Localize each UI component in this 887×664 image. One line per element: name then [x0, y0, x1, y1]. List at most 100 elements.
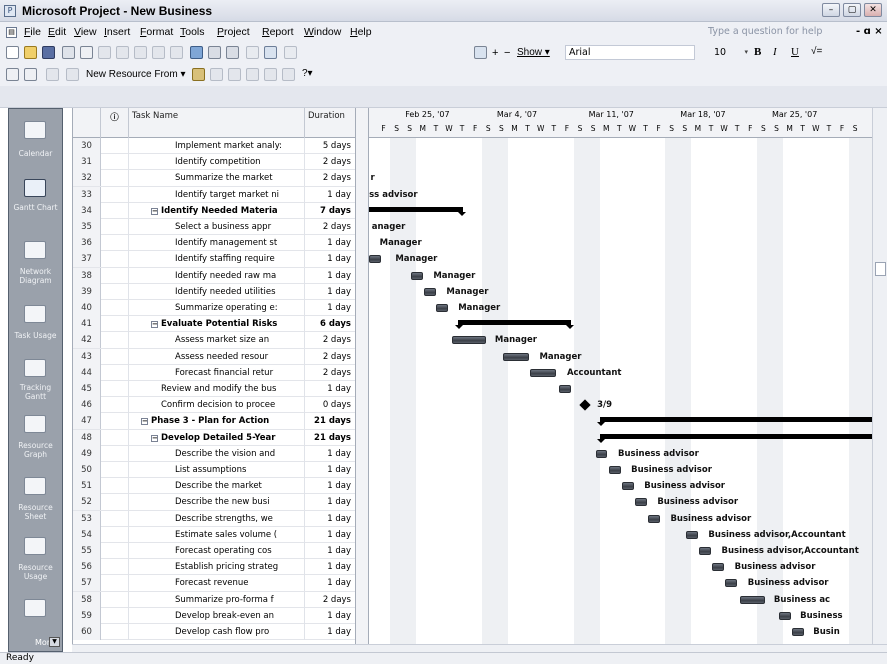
redo-icon[interactable] — [170, 46, 183, 59]
remove-icon[interactable]: − — [504, 47, 510, 59]
leveling-icon[interactable] — [264, 68, 277, 81]
duration-cell[interactable]: 1 day — [305, 575, 353, 591]
task-name-cell[interactable]: − Phase 3 - Plan for Action — [129, 413, 305, 430]
row-id[interactable]: 39 — [73, 283, 101, 300]
task-name-cell[interactable]: Implement market analy: — [129, 138, 305, 154]
task-bar[interactable] — [424, 287, 436, 296]
task-name-cell[interactable]: Identify competition — [129, 154, 305, 171]
task-name-cell[interactable]: Summarize operating e: — [129, 300, 305, 316]
summary-bar[interactable] — [596, 417, 872, 427]
table-row[interactable]: 32 Summarize the market 2 days — [73, 170, 355, 187]
bold-button[interactable]: B — [754, 46, 761, 58]
summary-bar[interactable] — [596, 433, 872, 443]
copy-icon[interactable] — [116, 46, 129, 59]
menu-help[interactable]: Help — [350, 26, 372, 38]
italic-button[interactable]: I — [773, 46, 777, 58]
task-bar[interactable] — [435, 304, 448, 312]
row-id[interactable]: 48 — [73, 429, 101, 446]
toolbar-options-icon[interactable]: ?▾ — [302, 68, 313, 79]
tracking-gantt-icon[interactable] — [24, 359, 46, 377]
filter-icon[interactable] — [282, 68, 295, 81]
new-icon[interactable] — [6, 46, 19, 59]
table-row[interactable]: 34− Identify Needed Materia 7 days — [73, 202, 355, 219]
network-diagram-icon[interactable] — [24, 241, 46, 259]
task-bar[interactable] — [699, 547, 711, 555]
menu-view[interactable]: View — [74, 26, 97, 38]
document-icon[interactable]: ▤ — [6, 27, 17, 38]
duration-cell[interactable]: 1 day — [305, 187, 353, 203]
task-name-cell[interactable]: List assumptions — [129, 462, 305, 478]
close-button[interactable]: ✕ — [864, 3, 882, 17]
row-id[interactable]: 41 — [73, 316, 101, 333]
row-id[interactable]: 51 — [73, 478, 101, 495]
collapse-toggle-icon[interactable]: − — [151, 434, 158, 442]
menu-format[interactable]: Format — [140, 26, 173, 38]
undo-icon[interactable] — [152, 46, 165, 59]
duration-cell[interactable]: 1 day — [305, 300, 353, 316]
duration-cell[interactable]: 1 day — [305, 284, 353, 300]
resource-graph-icon[interactable] — [24, 415, 46, 433]
row-id[interactable]: 54 — [73, 526, 101, 543]
table-row[interactable]: 55 Forecast operating cos 1 day — [73, 543, 355, 560]
save-icon[interactable] — [42, 46, 55, 59]
vertical-scroll-thumb[interactable] — [875, 262, 886, 276]
horizontal-scrollbar[interactable] — [72, 644, 887, 652]
summary-bar[interactable] — [455, 320, 574, 330]
duration-cell[interactable]: 6 days — [305, 316, 353, 332]
underline-button[interactable]: U — [791, 46, 799, 58]
duration-cell[interactable]: 2 days — [305, 592, 353, 608]
header-task-name[interactable]: Task Name — [129, 108, 305, 138]
task-bar[interactable] — [739, 595, 765, 604]
duration-cell[interactable]: 2 days — [305, 219, 353, 235]
table-row[interactable]: 40 Summarize operating e: 1 day — [73, 300, 355, 317]
menu-window[interactable]: Window — [304, 26, 341, 38]
duration-cell[interactable]: 1 day — [305, 511, 353, 527]
row-id[interactable]: 31 — [73, 154, 101, 171]
task-bar[interactable] — [502, 352, 529, 361]
row-id[interactable]: 43 — [73, 348, 101, 365]
duration-cell[interactable]: 2 days — [305, 332, 353, 348]
hyperlink-icon[interactable] — [190, 46, 203, 59]
row-id[interactable]: 52 — [73, 494, 101, 511]
table-row[interactable]: 46 Confirm decision to procee 0 days — [73, 397, 355, 414]
duration-cell[interactable]: 1 day — [305, 543, 353, 559]
table-row[interactable]: 36 Identify management st 1 day — [73, 235, 355, 252]
link-tasks-icon[interactable] — [208, 46, 221, 59]
restore-button[interactable]: ▢ — [843, 3, 861, 17]
task-bar[interactable] — [621, 482, 634, 491]
assign-resources-icon[interactable] — [66, 68, 79, 81]
row-id[interactable]: 38 — [73, 267, 101, 284]
table-row[interactable]: 51 Describe the market 1 day — [73, 478, 355, 495]
task-bar[interactable] — [451, 336, 486, 345]
task-bar[interactable] — [792, 628, 804, 636]
table-row[interactable]: 48− Develop Detailed 5-Year 21 days — [73, 429, 355, 446]
table-row[interactable]: 52 Describe the new busi 1 day — [73, 494, 355, 511]
table-row[interactable]: 44 Forecast financial retur 2 days — [73, 364, 355, 381]
table-row[interactable]: 58 Summarize pro-forma f 2 days — [73, 591, 355, 608]
row-id[interactable]: 50 — [73, 462, 101, 478]
task-bar[interactable] — [779, 611, 791, 620]
show-dropdown[interactable]: Show ▾ — [517, 47, 550, 58]
menu-edit[interactable]: Edit — [48, 26, 66, 38]
table-row[interactable]: 39 Identify needed utilities 1 day — [73, 283, 355, 300]
table-row[interactable]: 47− Phase 3 - Plan for Action 21 days — [73, 413, 355, 430]
row-id[interactable]: 53 — [73, 510, 101, 527]
doc-window-controls[interactable]: - ɑ × — [856, 26, 883, 37]
table-row[interactable]: 37 Identify staffing require 1 day — [73, 251, 355, 268]
app-icon[interactable]: P — [4, 5, 16, 17]
row-id[interactable]: 59 — [73, 607, 101, 624]
team-icon[interactable] — [24, 68, 37, 81]
header-select-all[interactable] — [73, 108, 101, 138]
task-usage-icon[interactable] — [24, 305, 46, 323]
task-bar[interactable] — [686, 530, 698, 539]
view-task-usage[interactable]: Task Usage — [9, 331, 62, 340]
resource-icon[interactable] — [192, 68, 205, 81]
task-name-cell[interactable]: Assess needed resour — [129, 348, 305, 365]
add-icon[interactable]: + — [492, 47, 498, 59]
collapse-toggle-icon[interactable]: − — [151, 207, 158, 215]
help-search-input[interactable]: Type a question for help — [706, 25, 852, 39]
split-task-icon[interactable] — [246, 46, 259, 59]
table-row[interactable]: 59 Develop break-even an 1 day — [73, 607, 355, 624]
view-resource-usage[interactable]: Resource Usage — [9, 563, 62, 581]
vertical-scrollbar[interactable] — [872, 108, 887, 644]
